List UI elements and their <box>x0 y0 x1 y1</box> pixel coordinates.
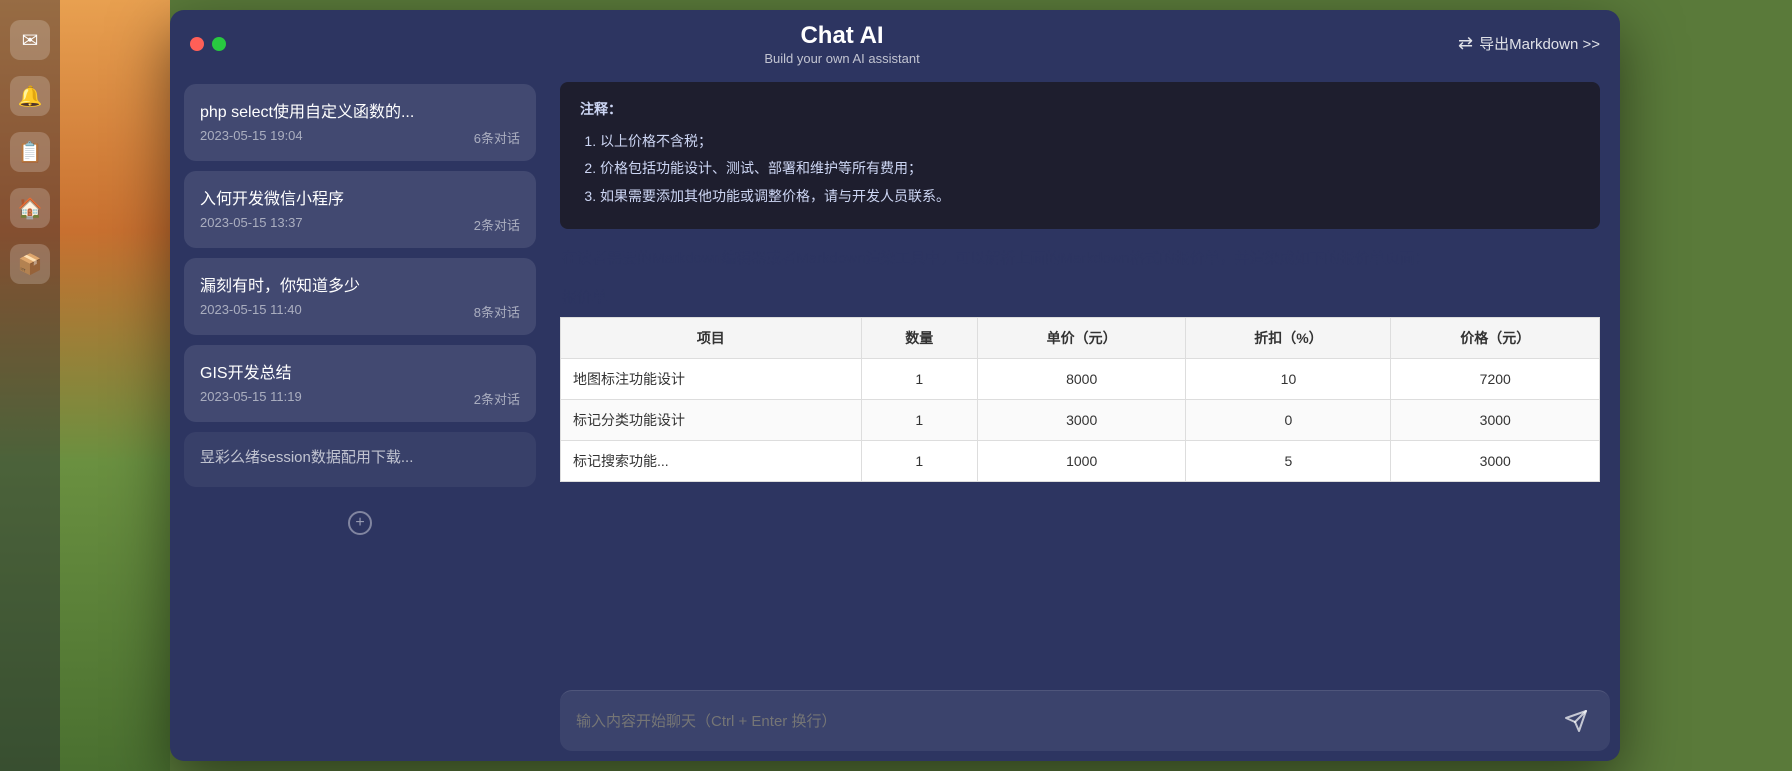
chat-input[interactable] <box>576 713 1546 730</box>
chat-item-title-3: GIS开发总结 <box>200 359 520 383</box>
cell-price-2: 3000 <box>1391 440 1600 481</box>
export-markdown-button[interactable]: ⇄ 导出Markdown >> <box>1458 33 1600 54</box>
chat-item-4[interactable]: 昱彩么绪session数据配用下载... <box>184 432 536 487</box>
table-header: 项目 数量 单价（元） 折扣（%） 价格（元） <box>561 317 1600 358</box>
cell-discount-2: 5 <box>1186 440 1391 481</box>
cell-price-0: 7200 <box>1391 358 1600 399</box>
app-title-area: Chat AI Build your own AI assistant <box>226 22 1458 66</box>
dock-icon-package[interactable]: 📦 <box>10 244 50 284</box>
input-area <box>560 690 1610 751</box>
chat-item-date-1: 2023-05-15 13:37 <box>200 215 303 234</box>
table-section: 报价单 项目 数量 单价（元） 折扣（%） 价格（元） <box>560 286 1600 482</box>
send-button[interactable] <box>1558 703 1594 739</box>
send-icon <box>1564 709 1588 733</box>
add-conversation-button[interactable]: + <box>184 501 536 545</box>
app-subtitle: Build your own AI assistant <box>226 51 1458 66</box>
chat-item-title-2: 漏刻有时，你知道多少 <box>200 272 520 296</box>
chat-item-count-0: 6条对话 <box>474 128 520 147</box>
note-item-1: 价格包括功能设计、测试、部署和维护等所有费用； <box>600 157 1580 181</box>
message-wrapper: 注释： 以上价格不含税； 价格包括功能设计、测试、部署和维护等所有费用； 如果需… <box>560 74 1600 498</box>
main-content: php select使用自定义函数的... 2023-05-15 19:04 6… <box>170 74 1620 761</box>
table-row: 地图标注功能设计 1 8000 10 7200 <box>561 358 1600 399</box>
cell-item-2: 标记搜索功能... <box>561 440 862 481</box>
cell-unit-price-1: 3000 <box>977 399 1185 440</box>
chat-item-meta-3: 2023-05-15 11:19 2条对话 <box>200 389 520 408</box>
table-header-row: 项目 数量 单价（元） 折扣（%） 价格（元） <box>561 317 1600 358</box>
window-controls <box>190 37 226 51</box>
dock-icon-clipboard[interactable]: 📋 <box>10 132 50 172</box>
pricing-table: 项目 数量 单价（元） 折扣（%） 价格（元） 地图标注功能设计 <box>560 317 1600 482</box>
chat-item-count-1: 2条对话 <box>474 215 520 234</box>
table-row: 标记分类功能设计 1 3000 0 3000 <box>561 399 1600 440</box>
chat-item-title-0: php select使用自定义函数的... <box>200 98 520 122</box>
col-header-price: 价格（元） <box>1391 317 1600 358</box>
cell-price-1: 3000 <box>1391 399 1600 440</box>
cell-unit-price-2: 1000 <box>977 440 1185 481</box>
table-body: 地图标注功能设计 1 8000 10 7200 标记分类功能设计 1 3000 <box>561 358 1600 481</box>
col-header-unit-price: 单价（元） <box>977 317 1185 358</box>
col-header-qty: 数量 <box>861 317 977 358</box>
note-item-0: 以上价格不含税； <box>600 130 1580 154</box>
note-item-2: 如果需要添加其他功能或调整价格，请与开发人员联系。 <box>600 185 1580 209</box>
cell-discount-1: 0 <box>1186 399 1391 440</box>
cell-qty-1: 1 <box>861 399 977 440</box>
chat-item-date-3: 2023-05-15 11:19 <box>200 389 302 408</box>
export-label: 导出Markdown >> <box>1479 33 1600 54</box>
messages-area[interactable]: 注释： 以上价格不含税； 价格包括功能设计、测试、部署和维护等所有费用； 如果需… <box>550 74 1620 690</box>
close-button[interactable] <box>190 37 204 51</box>
col-header-discount: 折扣（%） <box>1186 317 1391 358</box>
cell-qty-2: 1 <box>861 440 977 481</box>
add-icon: + <box>348 511 372 535</box>
chat-item-2[interactable]: 漏刻有时，你知道多少 2023-05-15 11:40 8条对话 <box>184 258 536 335</box>
chat-item-count-2: 8条对话 <box>474 302 520 321</box>
dock-icon-mail[interactable]: ✉ <box>10 20 50 60</box>
dock-icon-notification[interactable]: 🔔 <box>10 76 50 116</box>
app-window: Chat AI Build your own AI assistant ⇄ 导出… <box>170 10 1620 761</box>
macos-dock: ✉ 🔔 📋 🏠 📦 <box>0 0 60 771</box>
chat-item-title-1: 入何开发微信小程序 <box>200 185 520 209</box>
chat-item-meta-1: 2023-05-15 13:37 2条对话 <box>200 215 520 234</box>
chat-item-count-3: 2条对话 <box>474 389 520 408</box>
export-icon: ⇄ <box>1458 33 1473 54</box>
code-block: 注释： 以上价格不含税； 价格包括功能设计、测试、部署和维护等所有费用； 如果需… <box>560 82 1600 229</box>
app-title: Chat AI <box>226 22 1458 51</box>
chat-area: 注释： 以上价格不含税； 价格包括功能设计、测试、部署和维护等所有费用； 如果需… <box>550 74 1620 761</box>
cell-unit-price-0: 8000 <box>977 358 1185 399</box>
chat-item-0[interactable]: php select使用自定义函数的... 2023-05-15 19:04 6… <box>184 84 536 161</box>
prose-text: 在读者需要的Markdown编辑器或者Markdown渲染工具中，可以解析上面的… <box>560 245 1600 272</box>
cell-qty-0: 1 <box>861 358 977 399</box>
title-bar: Chat AI Build your own AI assistant ⇄ 导出… <box>170 10 1620 74</box>
cell-discount-0: 10 <box>1186 358 1391 399</box>
chat-item-meta-0: 2023-05-15 19:04 6条对话 <box>200 128 520 147</box>
dock-icon-home[interactable]: 🏠 <box>10 188 50 228</box>
note-list: 以上价格不含税； 价格包括功能设计、测试、部署和维护等所有费用； 如果需要添加其… <box>600 130 1580 209</box>
chat-item-1[interactable]: 入何开发微信小程序 2023-05-15 13:37 2条对话 <box>184 171 536 248</box>
sidebar: php select使用自定义函数的... 2023-05-15 19:04 6… <box>170 74 550 761</box>
chat-item-date-0: 2023-05-15 19:04 <box>200 128 303 147</box>
cell-item-1: 标记分类功能设计 <box>561 399 862 440</box>
cell-item-0: 地图标注功能设计 <box>561 358 862 399</box>
table-title: 报价单 <box>560 286 1600 307</box>
col-header-item: 项目 <box>561 317 862 358</box>
note-title: 注释： <box>580 98 1580 122</box>
chat-item-meta-2: 2023-05-15 11:40 8条对话 <box>200 302 520 321</box>
chat-item-date-2: 2023-05-15 11:40 <box>200 302 302 321</box>
chat-item-3[interactable]: GIS开发总结 2023-05-15 11:19 2条对话 <box>184 345 536 422</box>
table-row: 标记搜索功能... 1 1000 5 3000 <box>561 440 1600 481</box>
chat-item-title-4: 昱彩么绪session数据配用下载... <box>200 446 520 467</box>
minimize-button[interactable] <box>212 37 226 51</box>
